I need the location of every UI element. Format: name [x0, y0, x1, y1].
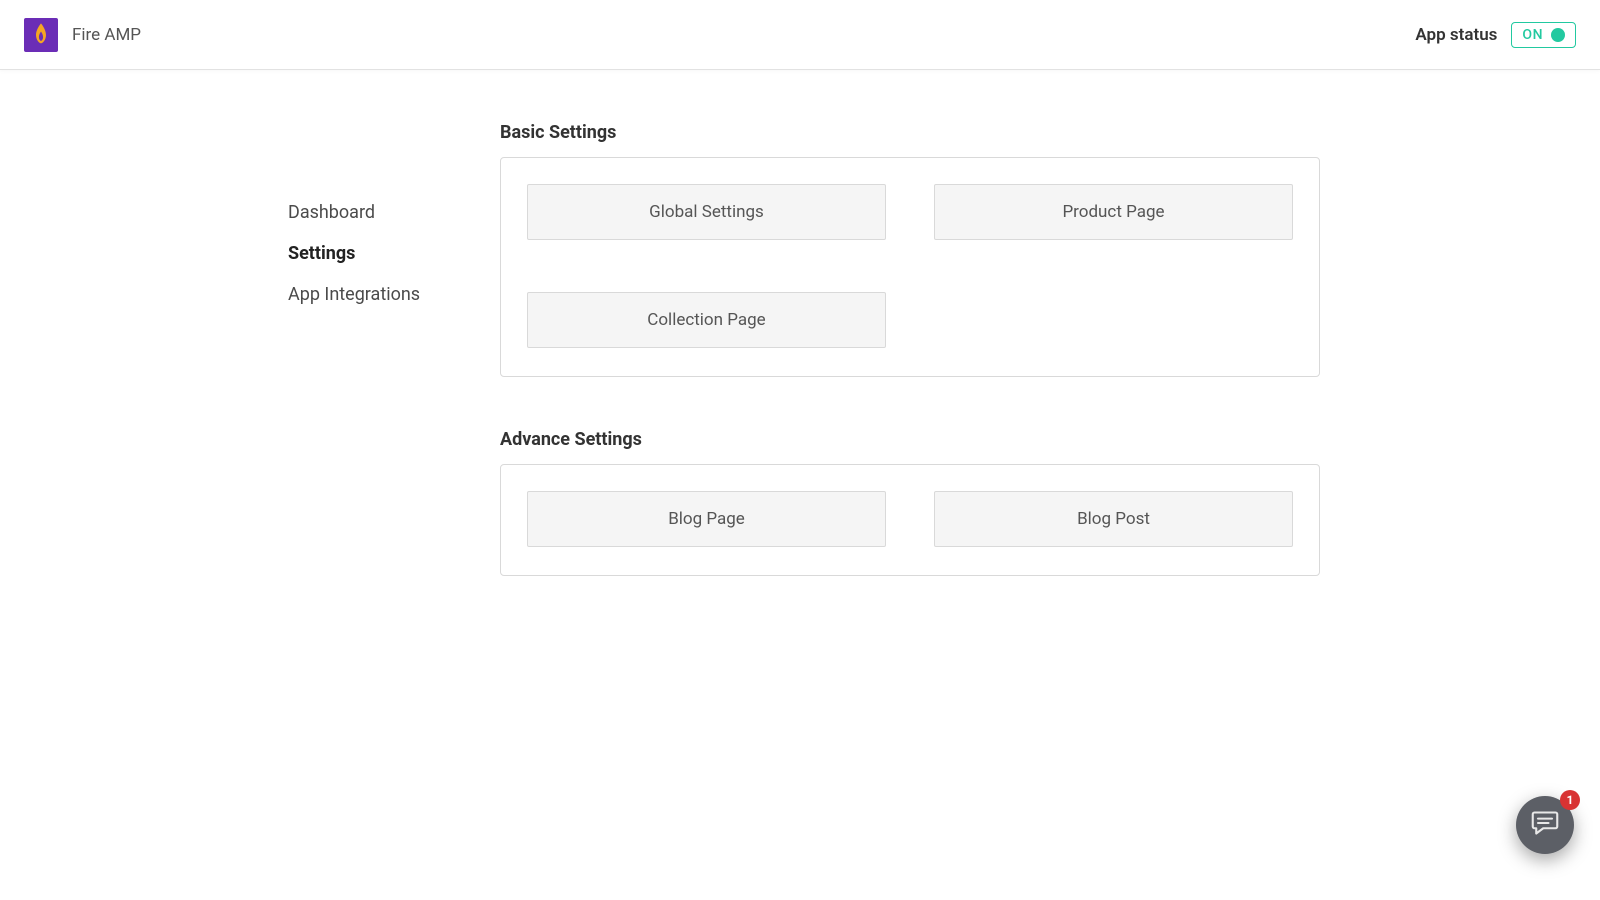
header-left: Fire AMP: [24, 18, 141, 52]
chat-button[interactable]: 1: [1516, 796, 1574, 854]
app-status-label: App status: [1415, 25, 1497, 45]
settings-content: Basic Settings Global Settings Product P…: [500, 120, 1320, 628]
status-dot-icon: [1551, 28, 1565, 42]
app-status-toggle[interactable]: ON: [1511, 22, 1576, 48]
tile-label: Blog Page: [668, 509, 745, 529]
tile-label: Global Settings: [649, 202, 764, 222]
advance-settings-title: Advance Settings: [500, 429, 1320, 450]
sidebar-nav: Dashboard Settings App Integrations: [0, 120, 500, 628]
basic-settings-title: Basic Settings: [500, 122, 1320, 143]
layout-grid: Dashboard Settings App Integrations Basi…: [0, 120, 1320, 628]
tile-blog-page[interactable]: Blog Page: [527, 491, 886, 547]
chat-badge: 1: [1560, 790, 1580, 810]
app-logo: [24, 18, 58, 52]
tile-label: Blog Post: [1077, 509, 1150, 529]
tile-label: Collection Page: [647, 310, 765, 330]
app-header: Fire AMP App status ON: [0, 0, 1600, 70]
flame-icon: [31, 23, 51, 47]
tile-product-page[interactable]: Product Page: [934, 184, 1293, 240]
advance-settings-box: Blog Page Blog Post: [500, 464, 1320, 576]
tile-global-settings[interactable]: Global Settings: [527, 184, 886, 240]
sidebar-item-settings[interactable]: Settings: [288, 233, 500, 274]
sidebar-item-dashboard[interactable]: Dashboard: [288, 192, 500, 233]
header-right: App status ON: [1415, 22, 1576, 48]
tile-collection-page[interactable]: Collection Page: [527, 292, 886, 348]
sidebar-item-label: App Integrations: [288, 284, 420, 305]
basic-settings-box: Global Settings Product Page Collection …: [500, 157, 1320, 377]
app-status-value: ON: [1522, 27, 1543, 43]
chat-icon: [1531, 810, 1559, 840]
page-body: Dashboard Settings App Integrations Basi…: [0, 70, 1600, 628]
tile-blog-post[interactable]: Blog Post: [934, 491, 1293, 547]
tile-label: Product Page: [1062, 202, 1164, 222]
sidebar-item-label: Settings: [288, 243, 355, 264]
sidebar-item-label: Dashboard: [288, 202, 375, 223]
sidebar-item-app-integrations[interactable]: App Integrations: [288, 274, 500, 315]
app-name: Fire AMP: [72, 25, 141, 45]
